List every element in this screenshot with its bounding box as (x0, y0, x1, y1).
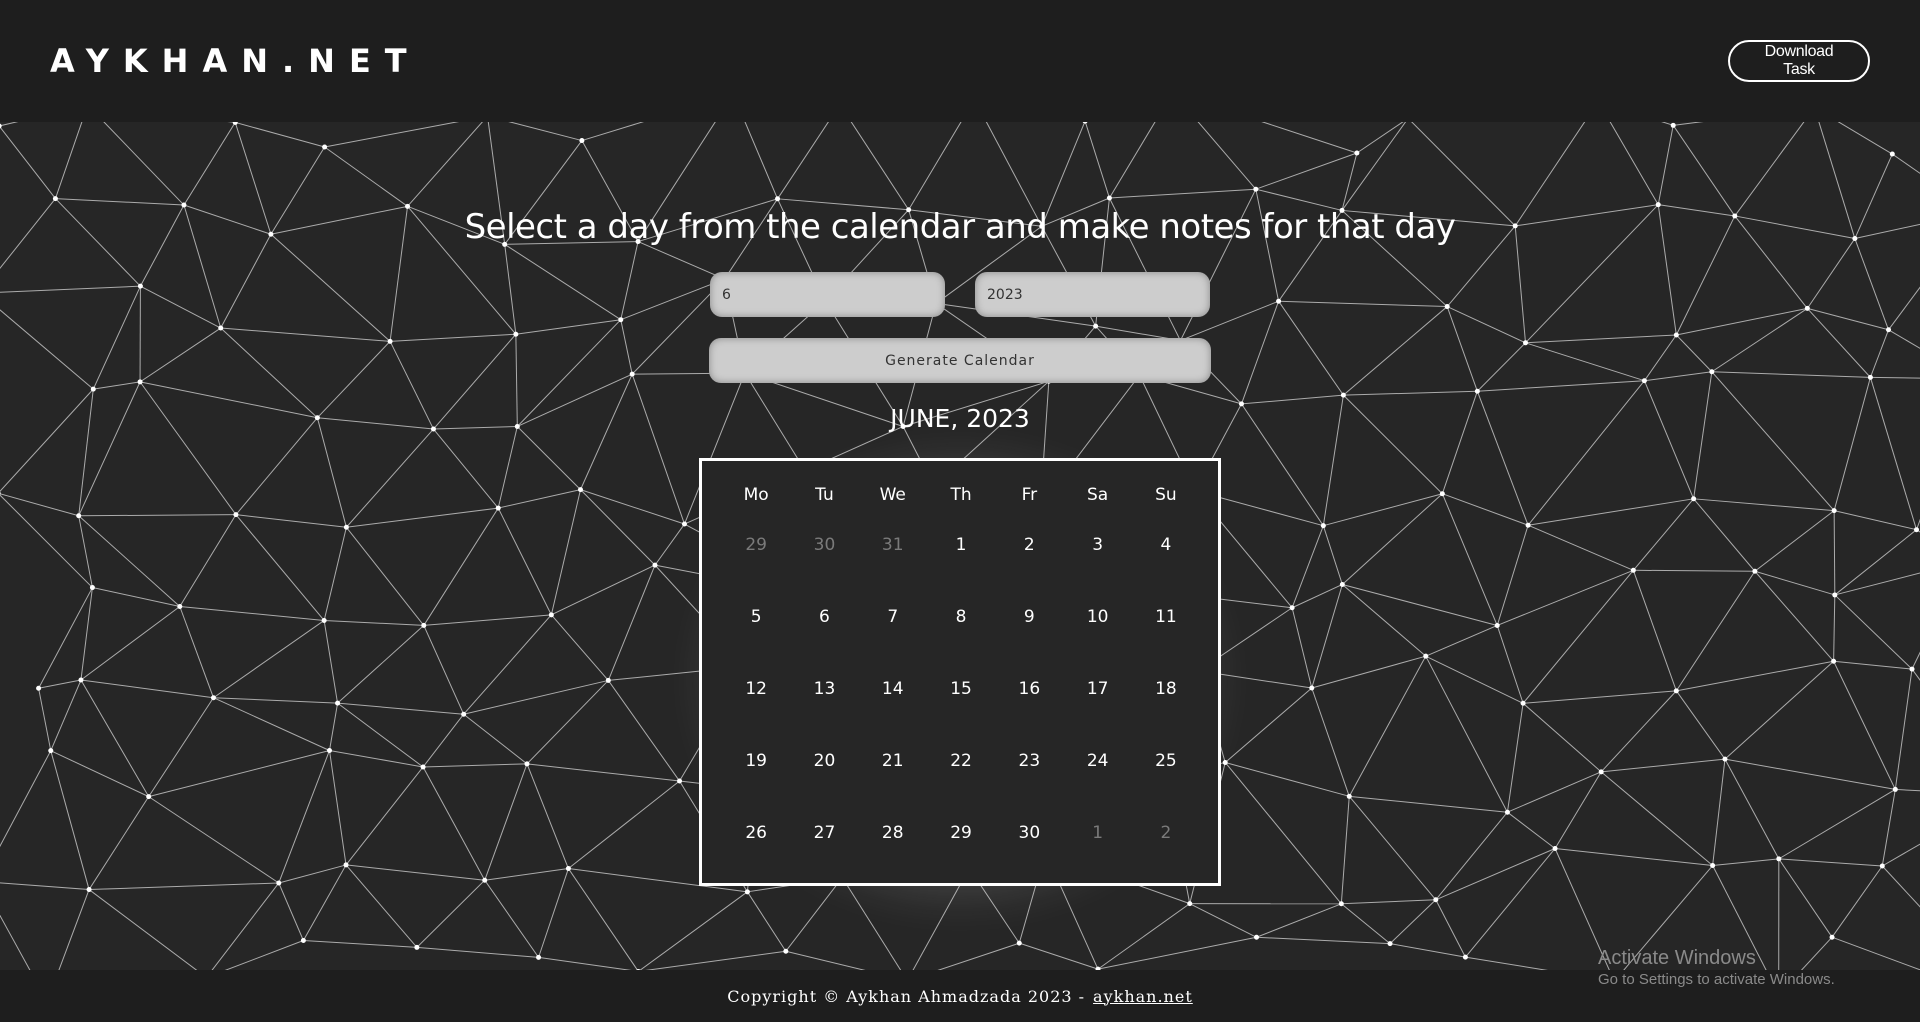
weekday-label: Th (950, 485, 972, 505)
main-content: Select a day from the calendar and make … (0, 122, 1920, 970)
calendar-day[interactable]: 2 (995, 515, 1063, 587)
calendar-day[interactable]: 13 (790, 659, 858, 731)
header: AYKHAN.NET Download Task (0, 0, 1920, 122)
calendar-day[interactable]: 24 (1063, 731, 1131, 803)
calendar-day[interactable]: 7 (859, 587, 927, 659)
calendar-day-outside-month[interactable]: 29 (722, 515, 790, 587)
calendar-day[interactable]: 22 (927, 731, 995, 803)
page-headline: Select a day from the calendar and make … (464, 207, 1456, 247)
calendar-day[interactable]: 17 (1063, 659, 1131, 731)
calendar-day-outside-month[interactable]: 1 (1063, 803, 1131, 875)
calendar-day-outside-month[interactable]: 2 (1132, 803, 1200, 875)
calendar-day[interactable]: 6 (790, 587, 858, 659)
calendar-day[interactable]: 19 (722, 731, 790, 803)
weekday-label: Sa (1087, 485, 1109, 505)
calendar-week-row: 29 30 31 1 2 3 4 (722, 515, 1198, 587)
download-task-button[interactable]: Download Task (1728, 40, 1870, 82)
calendar-day[interactable]: 9 (995, 587, 1063, 659)
calendar-day[interactable]: 4 (1132, 515, 1200, 587)
calendar-day[interactable]: 10 (1063, 587, 1131, 659)
weekday-label: Su (1155, 485, 1177, 505)
weekday-label: Fr (1021, 485, 1038, 505)
calendar-day[interactable]: 21 (859, 731, 927, 803)
watermark-title: Activate Windows (1598, 947, 1756, 969)
calendar-week-row: 26 27 28 29 30 1 2 (722, 803, 1198, 875)
calendar-week-row: 12 13 14 15 16 17 18 (722, 659, 1198, 731)
year-input[interactable] (975, 272, 1210, 317)
calendar-day[interactable]: 28 (859, 803, 927, 875)
weekday-label: We (879, 485, 906, 505)
footer-site-link[interactable]: aykhan.net (1093, 987, 1193, 1006)
calendar-week-row: 19 20 21 22 23 24 25 (722, 731, 1198, 803)
month-input[interactable] (710, 272, 945, 317)
weekday-label: Tu (815, 485, 834, 505)
calendar-day[interactable]: 16 (995, 659, 1063, 731)
calendar-day[interactable]: 26 (722, 803, 790, 875)
calendar-day[interactable]: 30 (995, 803, 1063, 875)
calendar-day-outside-month[interactable]: 30 (790, 515, 858, 587)
calendar-month-title: JUNE, 2023 (890, 404, 1030, 433)
weekday-label: Mo (743, 485, 769, 505)
calendar-day[interactable]: 14 (859, 659, 927, 731)
calendar-week-row: 5 6 7 8 9 10 11 (722, 587, 1198, 659)
calendar-day[interactable]: 20 (790, 731, 858, 803)
watermark-subtitle: Go to Settings to activate Windows. (1598, 971, 1835, 988)
calendar-day[interactable]: 3 (1063, 515, 1131, 587)
site-logo[interactable]: AYKHAN.NET (50, 42, 421, 80)
calendar-day-outside-month[interactable]: 31 (859, 515, 927, 587)
calendar-day[interactable]: 5 (722, 587, 790, 659)
generate-calendar-button[interactable]: Generate Calendar (709, 338, 1211, 383)
calendar-day[interactable]: 11 (1132, 587, 1200, 659)
calendar-day[interactable]: 15 (927, 659, 995, 731)
weekday-header: Mo Tu We Th Fr Sa Su (722, 475, 1198, 515)
calendar-day[interactable]: 27 (790, 803, 858, 875)
calendar-day[interactable]: 23 (995, 731, 1063, 803)
calendar-day[interactable]: 12 (722, 659, 790, 731)
calendar-day[interactable]: 8 (927, 587, 995, 659)
calendar-day[interactable]: 25 (1132, 731, 1200, 803)
calendar-weeks: 29 30 31 1 2 3 4 5 6 7 8 9 10 11 12 13 14 15 16 17 18 19 20 21 2… (722, 515, 1198, 875)
calendar-day[interactable]: 29 (927, 803, 995, 875)
calendar-day[interactable]: 18 (1132, 659, 1200, 731)
copyright-text: Copyright © Aykhan Ahmadzada 2023 - (727, 986, 1086, 1006)
calendar-day[interactable]: 1 (927, 515, 995, 587)
calendar-grid: Mo Tu We Th Fr Sa Su 29 30 31 1 2 3 4 5 6 7 8 9 10 11… (699, 458, 1221, 886)
windows-activation-watermark: Activate Windows Go to Settings to activ… (1598, 945, 1835, 989)
